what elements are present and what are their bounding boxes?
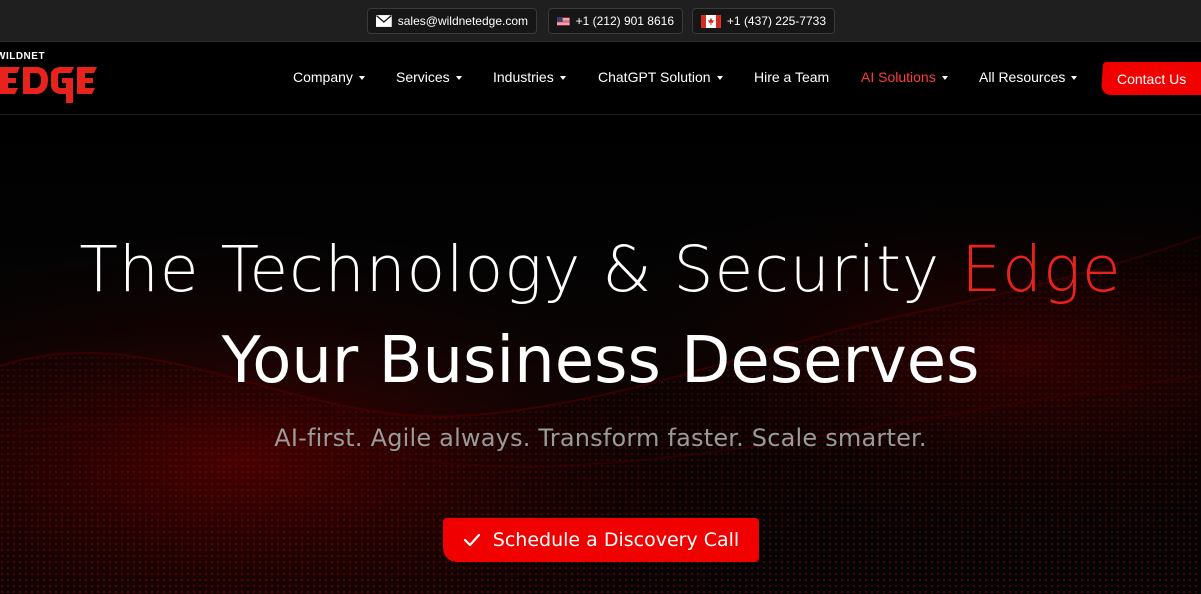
nav-company[interactable]: Company: [293, 69, 365, 85]
nav-chatgpt-solution-label: ChatGPT Solution: [598, 69, 711, 85]
us-flag-icon: [557, 16, 570, 26]
nav-chatgpt-solution[interactable]: ChatGPT Solution: [598, 69, 723, 85]
main-nav: WILDNET Company Services Industries Chat…: [0, 42, 1201, 115]
hero-headline-line2: Your Business Deserves: [221, 324, 980, 398]
chevron-down-icon: [941, 75, 948, 80]
logo-small-text: WILDNET: [0, 51, 46, 62]
logo[interactable]: WILDNET: [0, 51, 102, 107]
hero-headline-accent: Edge: [961, 233, 1122, 306]
hero-headline-prefix: The Technology & Security: [79, 233, 962, 306]
contact-us-label: Contact Us: [1117, 70, 1187, 87]
nav-industries-label: Industries: [493, 69, 554, 85]
email-text: sales@wildnetedge.com: [397, 14, 528, 28]
nav-all-resources[interactable]: All Resources: [979, 69, 1078, 85]
nav-services-label: Services: [396, 69, 450, 85]
phone-ca-text: +1 (437) 225-7733: [726, 14, 826, 28]
hero-headline-line1: The Technology & Security Edge: [0, 233, 1201, 306]
chevron-down-icon: [455, 75, 462, 80]
page: sales@wildnetedge.com +1 (212) 901 8616: [0, 0, 1201, 594]
cta-label: Schedule a Discovery Call: [492, 529, 740, 551]
nav-industries[interactable]: Industries: [493, 69, 566, 85]
schedule-discovery-call-button[interactable]: Schedule a Discovery Call: [443, 518, 759, 562]
hero-section: The Technology & Security Edge Your Busi…: [0, 116, 1201, 594]
chevron-down-icon: [716, 75, 723, 80]
mail-icon: [376, 15, 392, 27]
chevron-down-icon: [358, 75, 365, 80]
canada-flag-icon: [701, 14, 721, 28]
top-contact-bar: sales@wildnetedge.com +1 (212) 901 8616: [0, 0, 1201, 42]
nav-hire-a-team-label: Hire a Team: [754, 69, 830, 85]
phone-us-link[interactable]: +1 (212) 901 8616: [548, 8, 683, 34]
phone-us-text: +1 (212) 901 8616: [575, 14, 674, 28]
nav-company-label: Company: [293, 69, 353, 85]
nav-hire-a-team[interactable]: Hire a Team: [754, 69, 829, 85]
chevron-down-icon: [559, 75, 566, 80]
phone-ca-link[interactable]: +1 (437) 225-7733: [692, 8, 835, 34]
hero-tagline: AI-first. Agile always. Transform faster…: [274, 424, 927, 452]
logo-edge-mark: [0, 67, 97, 103]
chevron-down-icon: [1071, 75, 1078, 80]
contact-us-button[interactable]: Contact Us: [1100, 62, 1201, 95]
nav-ai-solutions-label: AI Solutions: [861, 69, 936, 85]
nav-all-resources-label: All Resources: [979, 69, 1066, 85]
email-link[interactable]: sales@wildnetedge.com: [367, 8, 537, 34]
nav-ai-solutions[interactable]: AI Solutions: [861, 69, 948, 85]
check-icon: [463, 533, 480, 547]
nav-services[interactable]: Services: [396, 69, 462, 85]
